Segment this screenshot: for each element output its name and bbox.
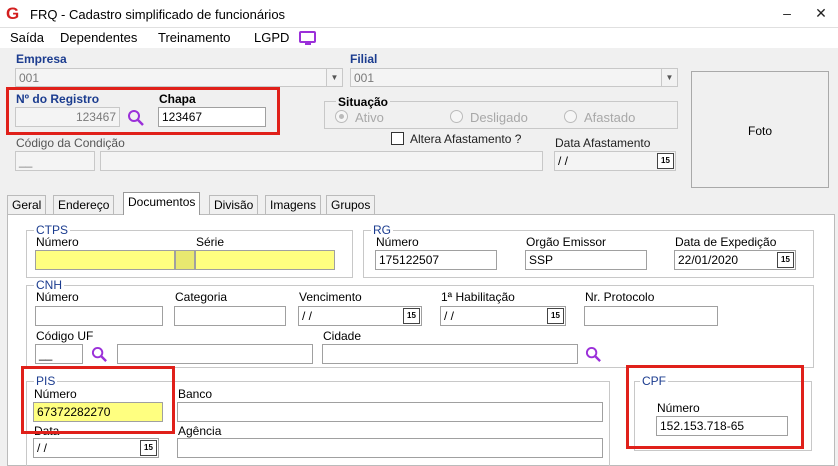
ctps-numero-label: Número [36, 235, 79, 249]
radio-desligado[interactable] [450, 110, 463, 123]
cnh-numero-field[interactable] [35, 306, 163, 326]
rg-data-label: Data de Expedição [675, 235, 777, 249]
tab-geral[interactable]: Geral [7, 195, 47, 214]
menu-bar: Saída Dependentes Treinamento LGPD [0, 28, 838, 48]
cnh-vencimento-label: Vencimento [299, 290, 362, 304]
rg-numero-field[interactable]: 175122507 [375, 250, 497, 270]
rg-orgao-label: Orgão Emissor [526, 235, 607, 249]
pis-data-value: / / [37, 441, 48, 455]
rg-numero-label: Número [376, 235, 419, 249]
cnh-numero-label: Número [36, 290, 79, 304]
filial-label: Filial [350, 52, 378, 66]
pis-banco-field[interactable] [177, 402, 603, 422]
empresa-select[interactable]: 001 ▼ [15, 68, 343, 87]
tab-grupos[interactable]: Grupos [326, 195, 376, 214]
search-icon[interactable] [91, 346, 108, 363]
cnh-habilitacao-value: / / [444, 309, 455, 323]
rg-orgao-field[interactable]: SSP [525, 250, 647, 270]
radio-ativo[interactable] [335, 110, 348, 123]
tab-endereco[interactable]: Endereço [53, 195, 115, 214]
radio-ativo-label: Ativo [355, 110, 384, 125]
ctps-numero-field[interactable] [35, 250, 175, 270]
altera-afastamento-label: Altera Afastamento ? [410, 132, 522, 146]
situacao-title: Situação [336, 95, 391, 109]
data-afastamento-label: Data Afastamento [555, 136, 651, 150]
codigo-condicao-field[interactable]: __ [15, 151, 95, 171]
ctps-serie-field[interactable] [195, 250, 335, 270]
filial-select[interactable]: 001 ▼ [350, 68, 678, 87]
radio-afastado-label: Afastado [584, 110, 636, 125]
cnh-codigo-uf-value: __ [39, 347, 53, 361]
foto-box[interactable]: Foto [691, 71, 829, 188]
calendar-icon[interactable]: 15 [777, 252, 794, 268]
pis-data-field[interactable]: / / 15 [33, 438, 159, 458]
calendar-icon[interactable]: 15 [657, 153, 674, 169]
minimize-button[interactable]: – [778, 4, 796, 22]
close-button[interactable]: ✕ [812, 4, 830, 22]
rg-orgao-value: SSP [529, 253, 554, 267]
cnh-protocolo-label: Nr. Protocolo [585, 290, 655, 304]
data-afastamento-field[interactable]: / / 15 [554, 151, 676, 171]
cnh-vencimento-value: / / [302, 309, 313, 323]
empresa-label: Empresa [16, 52, 67, 66]
foto-label: Foto [747, 124, 772, 138]
window-title: FRQ - Cadastro simplificado de funcionár… [30, 7, 286, 22]
title-bar: G FRQ - Cadastro simplificado de funcion… [0, 0, 838, 28]
tab-imagens[interactable]: Imagens [265, 195, 322, 214]
menu-dependentes[interactable]: Dependentes [60, 30, 137, 45]
cnh-cidade-field[interactable] [322, 344, 578, 364]
monitor-icon[interactable] [299, 31, 316, 45]
codigo-condicao-label: Código da Condição [16, 136, 125, 150]
radio-afastado[interactable] [564, 110, 577, 123]
search-icon[interactable] [585, 346, 602, 363]
tab-divisao[interactable]: Divisão [209, 195, 259, 214]
codigo-condicao-value: __ [19, 154, 33, 168]
empresa-value: 001 [19, 71, 40, 85]
chevron-down-icon[interactable]: ▼ [326, 69, 342, 86]
menu-lgpd[interactable]: LGPD [254, 30, 289, 45]
pis-banco-label: Banco [178, 387, 213, 401]
calendar-icon[interactable]: 15 [140, 440, 157, 456]
ctps-serie-label: Série [196, 235, 225, 249]
registro-highlight [6, 87, 280, 135]
cnh-cidade-label: Cidade [323, 329, 362, 343]
rg-data-value: 22/01/2020 [678, 253, 739, 267]
tab-documentos[interactable]: Documentos [123, 192, 201, 215]
cnh-categoria-field[interactable] [174, 306, 286, 326]
filial-value: 001 [354, 71, 375, 85]
cnh-uf-descricao-field[interactable] [117, 344, 313, 364]
cnh-habilitacao-label: 1ª Habilitação [441, 290, 515, 304]
cnh-habilitacao-field[interactable]: / / 15 [440, 306, 566, 326]
pis-agencia-field[interactable] [177, 438, 603, 458]
cnh-codigo-uf-field[interactable]: __ [35, 344, 83, 364]
app-logo-icon: G [6, 4, 20, 23]
menu-saida[interactable]: Saída [10, 30, 44, 45]
pis-highlight [21, 366, 175, 434]
rg-data-field[interactable]: 22/01/2020 15 [674, 250, 796, 270]
rg-numero-value: 175122507 [379, 253, 440, 267]
ctps-separator [175, 250, 195, 270]
cnh-codigo-uf-label: Código UF [36, 329, 94, 343]
radio-desligado-label: Desligado [470, 110, 528, 125]
condicao-descricao-field[interactable] [100, 151, 543, 171]
menu-treinamento[interactable]: Treinamento [158, 30, 231, 45]
calendar-icon[interactable]: 15 [547, 308, 564, 324]
data-afastamento-value: / / [558, 154, 569, 168]
pis-agencia-label: Agência [178, 424, 222, 438]
cnh-protocolo-field[interactable] [584, 306, 718, 326]
cpf-highlight [626, 365, 804, 449]
calendar-icon[interactable]: 15 [403, 308, 420, 324]
cnh-categoria-label: Categoria [175, 290, 228, 304]
altera-afastamento-checkbox[interactable] [391, 132, 404, 145]
cnh-vencimento-field[interactable]: / / 15 [298, 306, 422, 326]
chevron-down-icon[interactable]: ▼ [661, 69, 677, 86]
